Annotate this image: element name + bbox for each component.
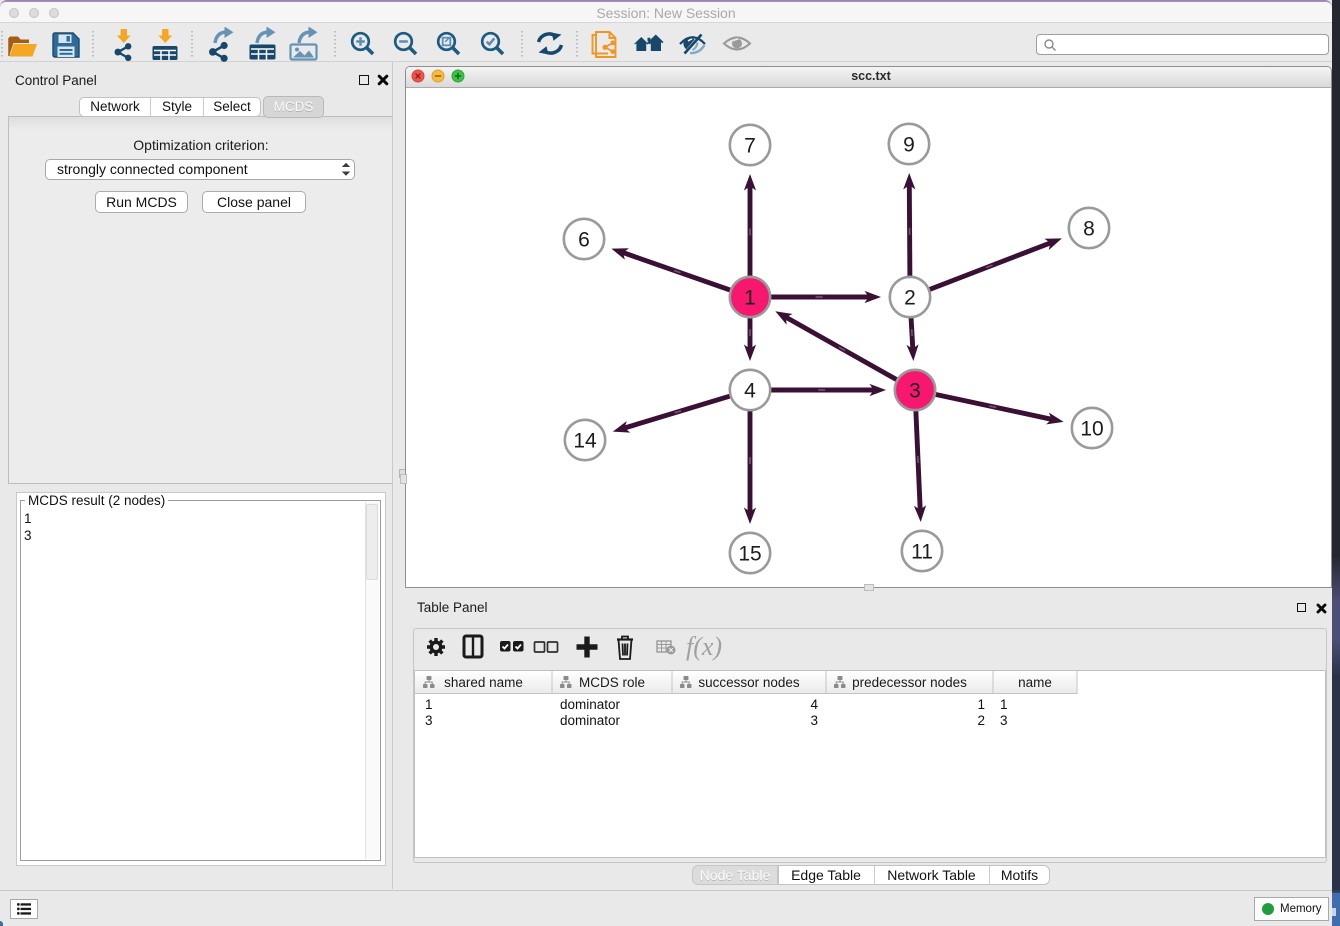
svg-text:11: 11	[911, 541, 933, 564]
svg-text:14: 14	[573, 430, 597, 453]
svg-text:2: 2	[904, 287, 916, 310]
svg-text:successor nodes: successor nodes	[698, 675, 800, 690]
svg-text:15: 15	[738, 543, 761, 566]
svg-text:7: 7	[744, 135, 756, 158]
svg-text:shared name: shared name	[444, 675, 523, 690]
svg-text:10: 10	[1080, 418, 1103, 441]
svg-text:9: 9	[903, 134, 915, 157]
svg-text:f(x): f(x)	[686, 632, 722, 661]
svg-text:4: 4	[744, 380, 756, 403]
svg-text:1: 1	[744, 287, 756, 310]
svg-text:3: 3	[909, 380, 921, 403]
svg-text:MCDS role: MCDS role	[579, 675, 645, 690]
svg-text:8: 8	[1083, 218, 1095, 241]
svg-text:predecessor nodes: predecessor nodes	[852, 675, 967, 690]
svg-text:6: 6	[578, 229, 590, 252]
svg-text:name: name	[1018, 675, 1052, 690]
